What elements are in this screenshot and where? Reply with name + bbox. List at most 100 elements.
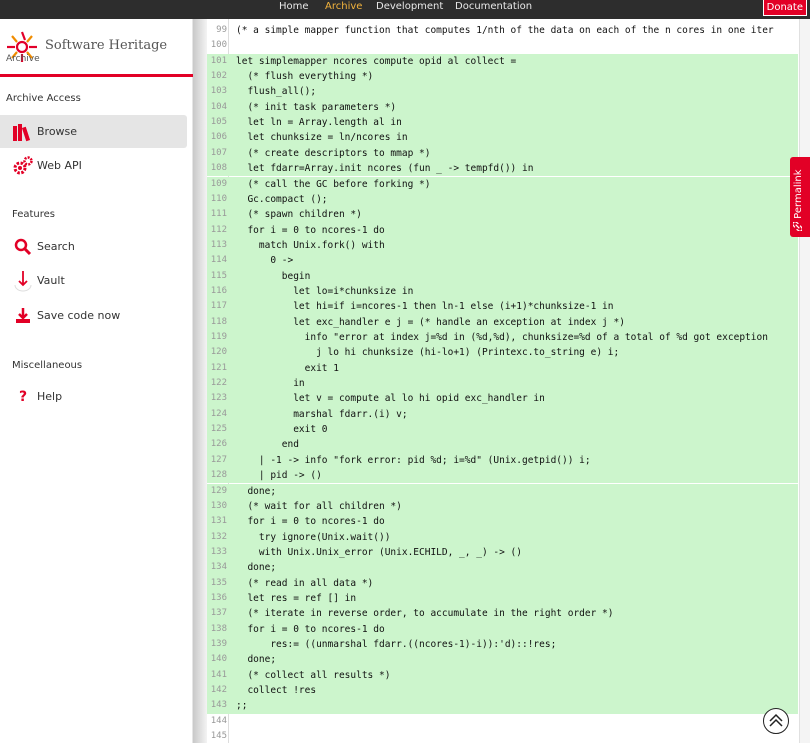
back-to-top-button[interactable] <box>763 708 789 734</box>
line-number[interactable]: 117 <box>207 299 227 314</box>
line-number[interactable]: 111 <box>207 207 227 222</box>
code-line: 133 with Unix.Unix_error (Unix.ECHILD, _… <box>207 544 798 561</box>
line-number[interactable]: 99 <box>207 23 227 38</box>
line-number[interactable]: 103 <box>207 84 227 99</box>
code-line: 104 (* init task parameters *) <box>207 99 798 116</box>
line-number[interactable]: 124 <box>207 407 227 422</box>
line-number[interactable]: 100 <box>207 38 227 53</box>
code-line: 128 | pid -> () <box>207 468 798 484</box>
code-line: 114 0 -> <box>207 253 798 269</box>
line-number[interactable]: 134 <box>207 560 227 575</box>
nav-documentation-link[interactable]: Documentation <box>455 1 532 12</box>
line-number[interactable]: 106 <box>207 130 227 145</box>
code-line: 117 let hi=if i=ncores-1 then ln-1 else … <box>207 299 798 315</box>
line-number[interactable]: 132 <box>207 530 227 545</box>
gears-icon <box>12 155 34 177</box>
line-number[interactable]: 109 <box>207 177 227 192</box>
line-number[interactable]: 122 <box>207 376 227 391</box>
sidebar-item-vault[interactable]: Vault <box>0 264 187 297</box>
line-number[interactable]: 125 <box>207 422 227 437</box>
line-number[interactable]: 133 <box>207 545 227 560</box>
line-number[interactable]: 114 <box>207 253 227 268</box>
logo-link[interactable]: Software Heritage Archive <box>0 19 193 77</box>
line-number[interactable]: 126 <box>207 437 227 452</box>
line-number[interactable]: 144 <box>207 714 227 729</box>
line-number[interactable]: 110 <box>207 192 227 207</box>
sidebar-item-search[interactable]: Search <box>0 230 187 263</box>
sidebar-item-save-code-now[interactable]: Save code now <box>0 299 187 332</box>
permalink-label: Permalink <box>792 169 804 232</box>
code-text: (* read in all data *) <box>236 577 374 589</box>
line-number[interactable]: 104 <box>207 100 227 115</box>
section-features: Features <box>12 209 55 220</box>
line-number[interactable]: 139 <box>207 637 227 652</box>
sidebar-item-label: Web API <box>37 159 82 172</box>
section-miscellaneous: Miscellaneous <box>12 360 83 371</box>
nav-home-link[interactable]: Home <box>279 1 309 12</box>
code-line: 110 Gc.compact (); <box>207 191 798 208</box>
download-tray-icon <box>12 305 34 327</box>
line-number[interactable]: 121 <box>207 361 227 376</box>
line-number[interactable]: 145 <box>207 729 227 743</box>
sidebar-item-web-api[interactable]: Web API <box>0 149 187 182</box>
line-number[interactable]: 119 <box>207 330 227 345</box>
line-number[interactable]: 115 <box>207 269 227 284</box>
line-number[interactable]: 140 <box>207 652 227 667</box>
line-number[interactable]: 137 <box>207 606 227 621</box>
line-number[interactable]: 127 <box>207 453 227 468</box>
line-number[interactable]: 123 <box>207 391 227 406</box>
code-text: (* init task parameters *) <box>236 101 397 113</box>
line-number[interactable]: 101 <box>207 54 227 69</box>
code-line: 124 marshal fdarr.(i) v; <box>207 406 798 423</box>
sidebar-item-help[interactable]: ? Help <box>0 380 187 413</box>
line-number[interactable]: 141 <box>207 668 227 683</box>
line-number[interactable]: 143 <box>207 698 227 713</box>
line-number[interactable]: 128 <box>207 468 227 483</box>
code-line: 144 <box>207 714 810 729</box>
line-number[interactable]: 105 <box>207 115 227 130</box>
code-line: 134 done; <box>207 560 798 576</box>
code-text: let exc_handler e j = (* handle an excep… <box>236 316 625 328</box>
line-number[interactable]: 113 <box>207 238 227 253</box>
donate-button[interactable]: Donate <box>762 0 807 16</box>
nav-archive-link[interactable]: Archive <box>325 1 362 12</box>
code-line: 103 flush_all(); <box>207 84 798 100</box>
code-line: 132 try ignore(Unix.wait()) <box>207 529 798 545</box>
code-text: exit 0 <box>236 424 328 436</box>
code-text: j lo hi chunksize (hi-lo+1) (Printexc.to… <box>236 347 620 359</box>
line-number[interactable]: 138 <box>207 622 227 637</box>
line-number[interactable]: 116 <box>207 284 227 299</box>
line-number[interactable]: 142 <box>207 683 227 698</box>
line-number[interactable]: 129 <box>207 484 227 499</box>
code-line: 139 res:= ((unmarshal fdarr.((ncores-1)-… <box>207 637 798 653</box>
logo-subtitle: Archive <box>6 54 40 64</box>
sidebar-item-label: Browse <box>37 125 78 138</box>
code-line: 135 (* read in all data *) <box>207 575 798 591</box>
line-number[interactable]: 135 <box>207 576 227 591</box>
nav-development-link[interactable]: Development <box>376 1 443 12</box>
code-text: (* spawn children *) <box>236 209 362 221</box>
line-number[interactable]: 107 <box>207 146 227 161</box>
section-archive-access: Archive Access <box>6 93 81 104</box>
code-line: 143;; <box>207 698 798 714</box>
code-line: 123 let v = compute al lo hi opid exc_ha… <box>207 391 798 407</box>
line-number[interactable]: 136 <box>207 591 227 606</box>
line-number[interactable]: 118 <box>207 315 227 330</box>
books-icon <box>12 121 34 143</box>
line-number[interactable]: 108 <box>207 161 227 176</box>
line-number[interactable]: 102 <box>207 69 227 84</box>
line-number[interactable]: 112 <box>207 223 227 238</box>
line-number[interactable]: 130 <box>207 499 227 514</box>
sidebar-item-browse[interactable]: Browse <box>0 115 187 148</box>
code-line: 99 (* a simple mapper function that compu… <box>207 23 810 38</box>
line-number[interactable]: 131 <box>207 514 227 529</box>
code-text: let lo=i*chunksize in <box>236 285 414 297</box>
code-line: 109 (* call the GC before forking *) <box>207 176 798 192</box>
chevron-up-icon <box>768 713 783 727</box>
code-text: (* wait for all children *) <box>236 500 402 512</box>
vertical-scrollbar[interactable] <box>799 19 810 743</box>
code-text: for i = 0 to ncores-1 do <box>236 224 385 236</box>
line-number[interactable]: 120 <box>207 345 227 360</box>
permalink-tab[interactable]: Permalink <box>790 157 810 237</box>
code-text: done; <box>236 654 277 666</box>
